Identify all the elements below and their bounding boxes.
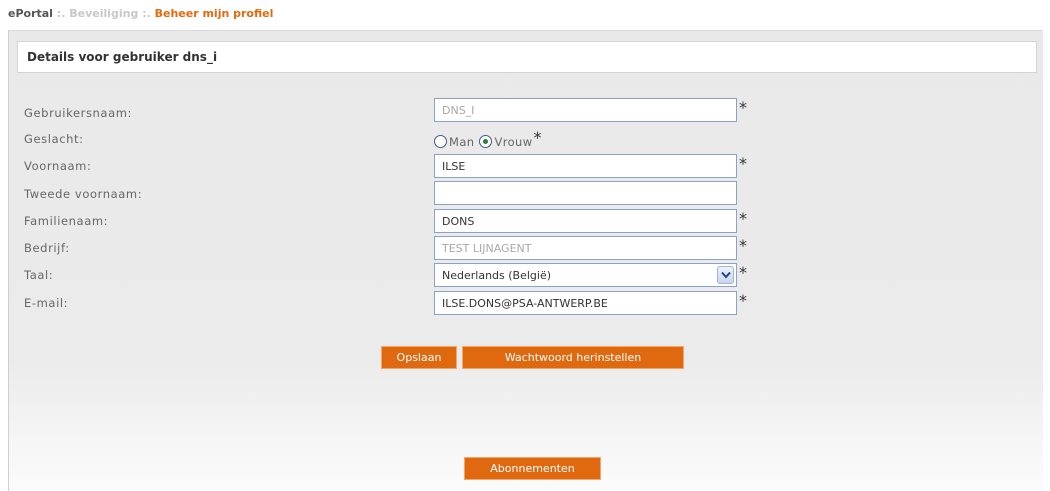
gender-radio-group: Man Vrouw* [434,128,542,149]
asterisk-icon: * [739,154,747,173]
panel-header: Details voor gebruiker dns_i [17,41,1037,73]
asterisk-icon: * [739,209,747,228]
username-label: Gebruikersnaam: [24,106,133,120]
breadcrumb-current: Beheer mijn profiel [154,7,274,20]
language-dropdown-button[interactable] [717,266,734,284]
company-label: Bedrijf: [24,241,70,255]
last-name-label: Familienaam: [24,214,109,228]
gender-vrouw-label[interactable]: Vrouw [494,135,532,149]
breadcrumb-separator: :. [52,7,70,20]
breadcrumb: ePortal :. Beveiliging :. Beheer mijn pr… [8,7,273,20]
gender-vrouw-radio[interactable] [479,135,493,148]
reset-password-button[interactable]: Wachtwoord herinstellen [462,346,684,369]
first-name-label: Voornaam: [24,159,92,173]
chevron-down-icon [721,271,731,279]
email-label: E-mail: [24,296,69,310]
asterisk-icon: * [739,291,747,310]
company-field[interactable] [434,236,737,260]
gender-man-label[interactable]: Man [449,135,474,149]
second-first-name-label: Tweede voornaam: [24,187,143,201]
asterisk-icon: * [739,98,747,117]
save-button[interactable]: Opslaan [381,346,457,369]
subscriptions-button[interactable]: Abonnementen [464,457,601,480]
gender-label: Geslacht: [24,132,84,146]
page-title: Details voor gebruiker dns_i [27,50,218,64]
username-field[interactable] [434,98,737,122]
gender-man-radio[interactable] [434,135,447,148]
language-select[interactable]: Nederlands (België) [434,263,737,287]
language-label: Taal: [24,268,54,282]
second-first-name-field[interactable] [434,181,737,205]
breadcrumb-security[interactable]: Beveiliging [69,7,138,20]
breadcrumb-separator: :. [138,7,155,20]
asterisk-icon: * [739,236,747,255]
last-name-field[interactable] [434,209,737,233]
breadcrumb-root[interactable]: ePortal [8,7,53,20]
language-select-value: Nederlands (België) [442,269,552,282]
first-name-field[interactable] [434,154,737,178]
email-field[interactable] [434,291,737,315]
profile-panel: Details voor gebruiker dns_i Gebruikersn… [8,30,1043,491]
asterisk-icon: * [533,128,542,147]
asterisk-icon: * [739,263,747,282]
